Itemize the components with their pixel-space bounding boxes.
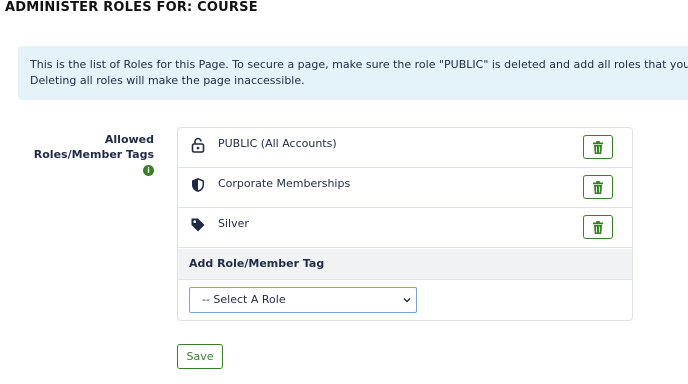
info-message: This is the list of Roles for this Page.… xyxy=(18,46,688,100)
delete-role-button[interactable] xyxy=(583,215,613,239)
tag-icon xyxy=(191,218,205,232)
trash-icon xyxy=(593,220,603,234)
roles-label-text: Allowed Roles/Member Tags xyxy=(33,133,154,161)
trash-icon xyxy=(593,180,603,194)
delete-role-button[interactable] xyxy=(583,175,613,199)
info-line-2: Deleting all roles will make the page in… xyxy=(30,74,305,87)
role-name: Silver xyxy=(218,217,249,230)
add-role-title: Add Role/Member Tag xyxy=(189,257,325,270)
role-name: Corporate Memberships xyxy=(218,177,351,190)
chevron-down-icon xyxy=(403,298,411,303)
page-title: ADMINISTER ROLES FOR: COURSE xyxy=(5,0,258,15)
role-row-corporate: Corporate Memberships xyxy=(178,168,632,208)
role-name: PUBLIC (All Accounts) xyxy=(218,137,337,150)
role-row-silver: Silver xyxy=(178,208,632,248)
add-role-header: Add Role/Member Tag xyxy=(178,249,632,280)
shield-icon xyxy=(192,178,204,192)
info-line-1: This is the list of Roles for this Page.… xyxy=(30,58,688,71)
roles-label: Allowed Roles/Member Tags i xyxy=(20,132,154,177)
roles-panel: PUBLIC (All Accounts) Corporate Membersh… xyxy=(177,127,633,321)
info-icon[interactable]: i xyxy=(143,164,154,176)
delete-role-button[interactable] xyxy=(583,135,613,159)
role-select-value: -- Select A Role xyxy=(202,293,286,306)
role-select[interactable]: -- Select A Role xyxy=(189,287,417,313)
role-row-public: PUBLIC (All Accounts) xyxy=(178,128,632,168)
trash-icon xyxy=(593,140,603,154)
unlock-icon xyxy=(191,137,205,153)
save-button[interactable]: Save xyxy=(177,344,223,369)
